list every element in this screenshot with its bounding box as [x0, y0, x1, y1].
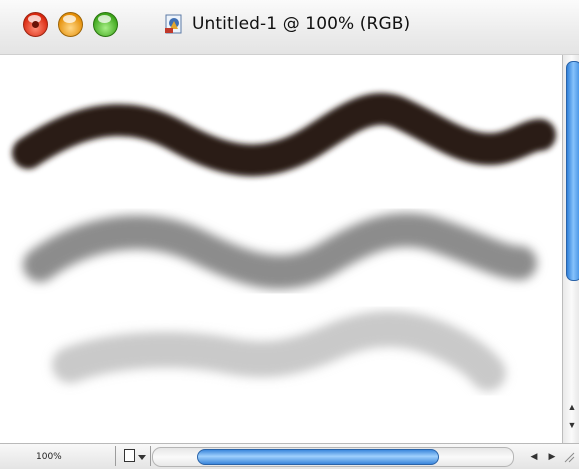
minimize-button[interactable]: [58, 12, 83, 37]
arrow-left-icon[interactable]: ◀: [526, 448, 542, 464]
resize-grip-icon[interactable]: [563, 451, 575, 463]
zoom-level-field[interactable]: 100%: [36, 450, 114, 464]
document-info-button[interactable]: [115, 446, 151, 466]
photoshop-document-icon: [165, 14, 182, 34]
title-bar[interactable]: Untitled-1 @ 100% (RGB): [0, 0, 579, 55]
arrow-down-icon[interactable]: ▼: [565, 417, 579, 433]
document-canvas[interactable]: [0, 55, 562, 443]
document-info-icon: [124, 449, 135, 462]
brush-stroke-light: [52, 311, 506, 391]
status-bar: 100% ◀ ▶: [0, 443, 579, 469]
vertical-scrollbar[interactable]: ▲ ▼: [562, 55, 579, 443]
vertical-scroll-thumb[interactable]: [566, 61, 579, 281]
close-icon: [32, 21, 39, 28]
horizontal-scrollbar[interactable]: [152, 447, 514, 467]
horizontal-scroll-thumb[interactable]: [197, 449, 439, 465]
window-title: Untitled-1 @ 100% (RGB): [192, 14, 411, 34]
close-button[interactable]: [23, 12, 48, 37]
chevron-down-icon: [138, 455, 146, 460]
arrow-up-icon[interactable]: ▲: [565, 399, 579, 415]
brush-strokes: [12, 93, 556, 391]
brush-stroke-medium: [23, 213, 537, 289]
arrow-right-icon[interactable]: ▶: [544, 448, 560, 464]
brush-stroke-dark: [12, 93, 556, 177]
document-window: Untitled-1 @ 100% (RGB) ▲ ▼ 100% ◀ ▶: [0, 0, 579, 469]
zoom-button[interactable]: [93, 12, 118, 37]
